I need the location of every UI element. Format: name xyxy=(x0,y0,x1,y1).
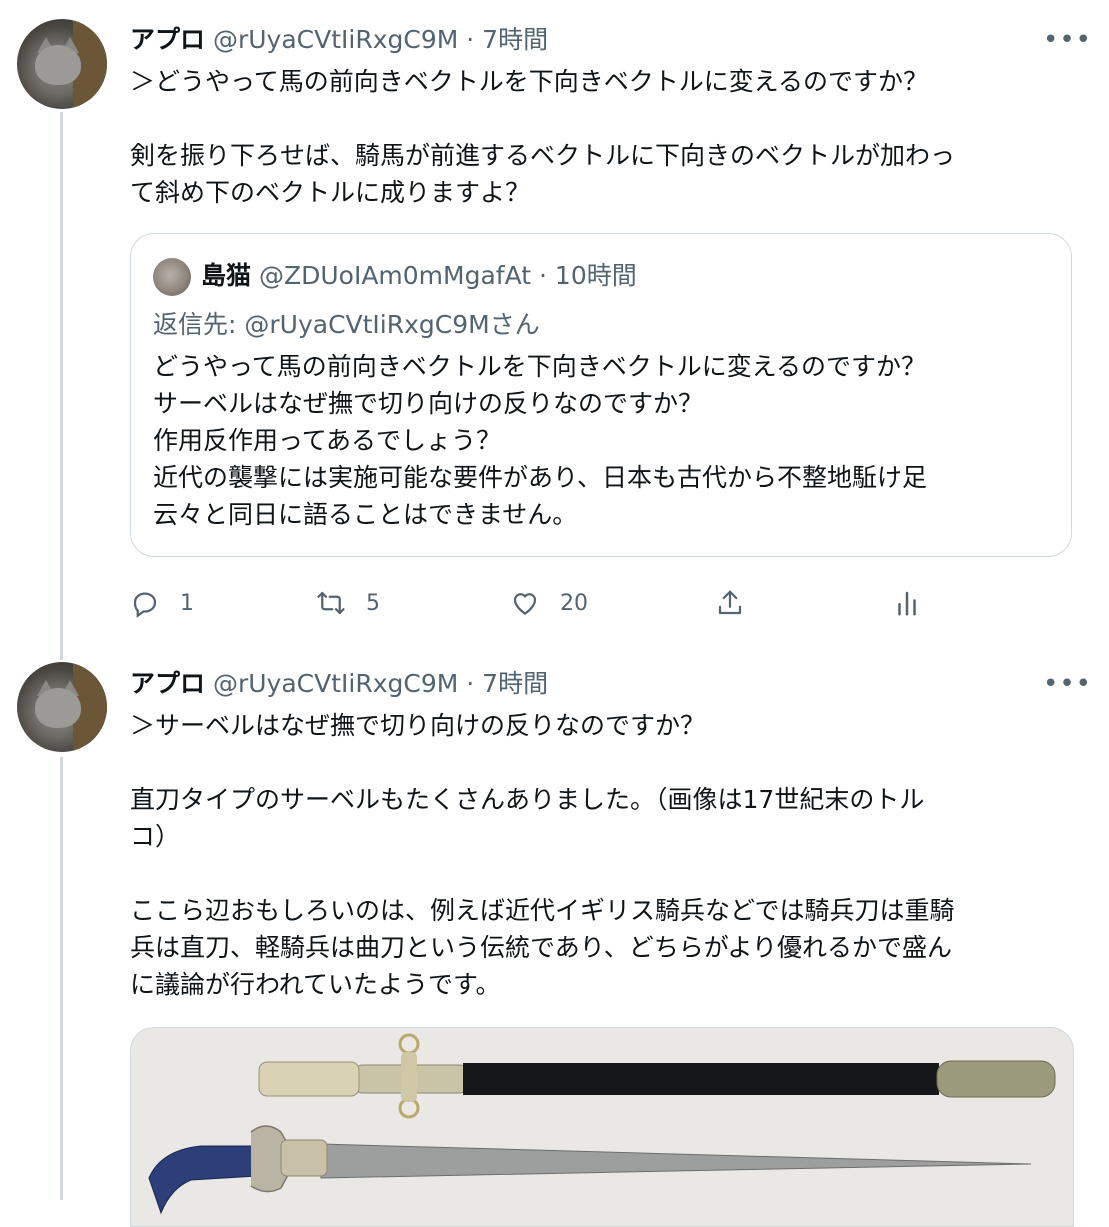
tweet-text-line: に議論が行われていたようです。 xyxy=(130,970,501,999)
share-icon xyxy=(718,590,742,615)
quoted-tweet[interactable]: 島猫 @ZDUoIAm0mMgafAt · 10時間 返信先: @rUyaCVt… xyxy=(130,233,1072,557)
retweet-button[interactable]: 5 xyxy=(316,580,380,626)
analytics-button[interactable] xyxy=(892,580,922,626)
quoted-text-line: 云々と同日に語ることはできません。 xyxy=(153,500,578,529)
author-handle[interactable]: @rUyaCVtIiRxgC9M xyxy=(213,25,458,54)
share-button[interactable] xyxy=(715,580,745,626)
quoted-text-line: どうやって馬の前向きベクトルを下向きベクトルに変えるのですか？ xyxy=(153,352,927,381)
reply-count: 1 xyxy=(180,590,194,616)
quoted-header: 島猫 @ZDUoIAm0mMgafAt · 10時間 xyxy=(201,258,637,294)
quoted-author-name: 島猫 xyxy=(201,261,252,290)
tweet-text-line: 兵は直刀、軽騎兵は曲刀という伝統であり、どちらがより優れるかで盛ん xyxy=(130,933,953,962)
tweet-header: アプロ @rUyaCVtIiRxgC9M · 7時間 xyxy=(130,23,548,57)
quoted-text-line: 近代の襲撃には実施可能な要件があり、日本も古代から不整地駈け足 xyxy=(153,463,928,492)
tweet-text-line xyxy=(130,855,955,892)
timestamp[interactable]: · 7時間 xyxy=(466,669,548,698)
author-name[interactable]: アプロ xyxy=(130,25,205,54)
tweet-text-line: ここら辺おもしろいのは、例えば近代イギリス騎兵などでは騎兵刀は重騎 xyxy=(130,896,955,925)
quoted-avatar[interactable] xyxy=(153,258,191,296)
quoted-author-handle: @ZDUoIAm0mMgafAt xyxy=(258,261,532,290)
tweet-text: ＞サーベルはなぜ撫で切り向けの反りなのですか？ 直刀タイプのサーベルもたくさんあ… xyxy=(130,707,955,1003)
tweet-text-line: コ） xyxy=(130,822,181,851)
author-name[interactable]: アプロ xyxy=(130,669,205,698)
avatar[interactable] xyxy=(17,662,107,752)
timestamp[interactable]: · 7時間 xyxy=(466,25,548,54)
quoted-text-line: 作用反作用ってあるでしょう？ xyxy=(153,426,502,455)
tweet-text-line: ＞どうやって馬の前向きベクトルを下向きベクトルに変えるのですか？ xyxy=(130,67,929,96)
thread-connector-line xyxy=(60,757,63,1200)
tweet-text-line: 直刀タイプのサーベルもたくさんありました。（画像は17世紀末のトル xyxy=(130,785,925,814)
retweet-icon xyxy=(317,591,345,615)
retweet-count: 5 xyxy=(366,590,380,616)
author-handle[interactable]: @rUyaCVtIiRxgC9M xyxy=(213,669,458,698)
avatar[interactable] xyxy=(17,19,107,109)
like-button[interactable]: 20 xyxy=(510,580,588,626)
tweet-action-bar: 1 5 20 xyxy=(130,580,930,626)
quoted-timestamp: · 10時間 xyxy=(539,261,637,290)
sabre-illustration xyxy=(148,1033,1056,1215)
tweet-header: アプロ @rUyaCVtIiRxgC9M · 7時間 xyxy=(130,667,548,701)
tweet-text-line xyxy=(130,744,955,781)
reply-icon xyxy=(133,592,157,618)
tweet-text-line xyxy=(130,100,955,137)
reply-button[interactable]: 1 xyxy=(130,580,194,626)
tweet-text: ＞どうやって馬の前向きベクトルを下向きベクトルに変えるのですか？ 剣を振り下ろせ… xyxy=(130,63,955,211)
thread-connector-line xyxy=(60,112,63,660)
tweet-media-image[interactable] xyxy=(130,1027,1074,1227)
quoted-text: どうやって馬の前向きベクトルを下向きベクトルに変えるのですか？ サーベルはなぜ撫… xyxy=(153,348,927,533)
reply-prefix: 返信先: xyxy=(153,310,245,339)
like-count: 20 xyxy=(560,590,588,616)
like-icon xyxy=(513,593,537,615)
analytics-icon xyxy=(898,591,916,616)
reply-to-mention[interactable]: @rUyaCVtIiRxgC9Mさん xyxy=(244,310,539,339)
tweet-text-line: ＞サーベルはなぜ撫で切り向けの反りなのですか？ xyxy=(130,711,706,740)
reply-to-label: 返信先: @rUyaCVtIiRxgC9Mさん xyxy=(153,307,540,343)
more-icon[interactable]: ••• xyxy=(1043,671,1092,697)
tweet-text-line: 剣を振り下ろせば、騎馬が前進するベクトルに下向きのベクトルが加わっ xyxy=(130,141,956,170)
quoted-text-line: サーベルはなぜ撫で切り向けの反りなのですか？ xyxy=(153,389,704,418)
more-icon[interactable]: ••• xyxy=(1043,27,1092,53)
tweet-text-line: て斜め下のベクトルに成りますよ？ xyxy=(130,178,531,207)
